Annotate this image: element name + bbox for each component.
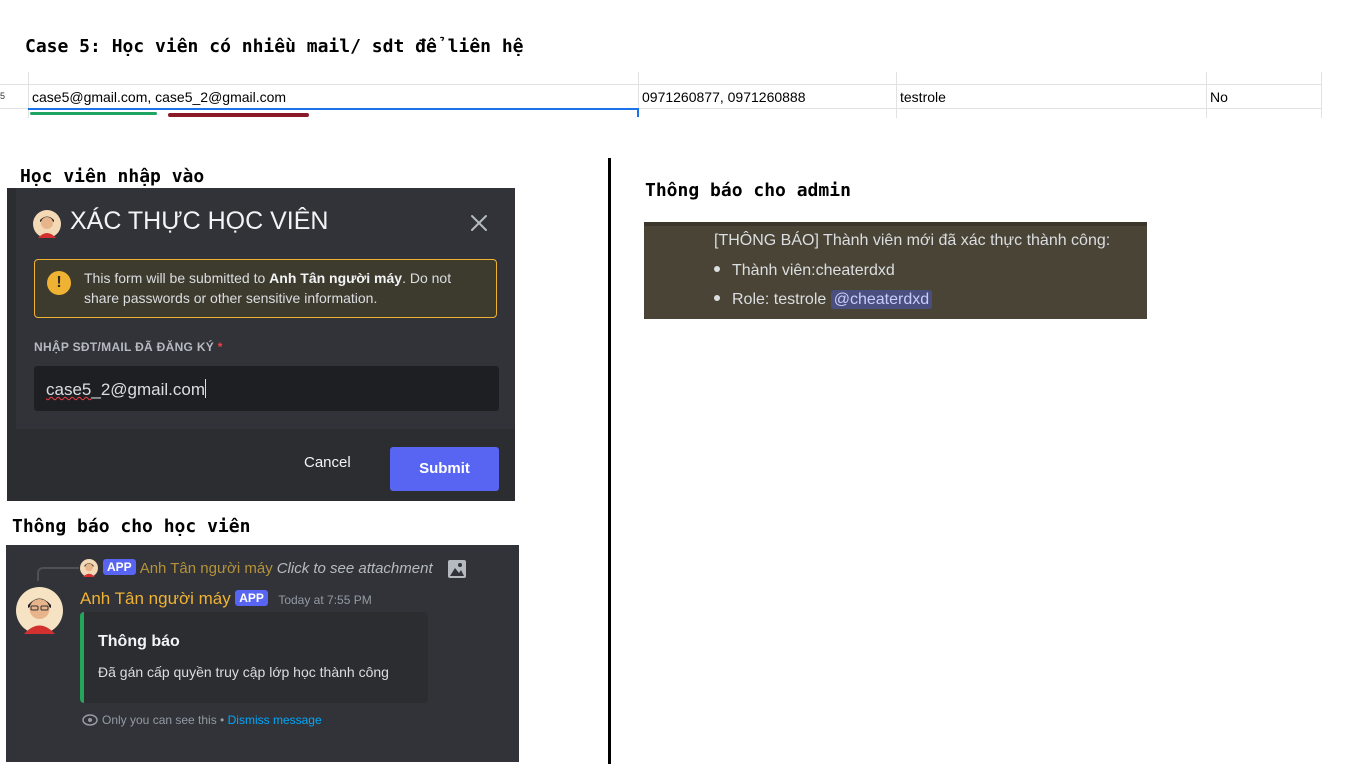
student-input-label: Học viên nhập vào: [20, 166, 205, 187]
field-label: NHẬP SĐT/MAIL ĐÃ ĐĂNG KÝ *: [34, 340, 223, 354]
eye-icon: [82, 714, 98, 726]
notice-embed: Thông báo Đã gán cấp quyền truy cập lớp …: [80, 612, 428, 703]
reply-header[interactable]: APP Anh Tân người máy Click to see attachm…: [103, 559, 433, 577]
reply-connector: [37, 567, 79, 581]
verify-modal: XÁC THỰC HỌC VIÊN ! This form will be su…: [16, 188, 515, 501]
dismiss-message-link[interactable]: Dismiss message: [228, 713, 322, 727]
cancel-button[interactable]: Cancel: [304, 454, 351, 471]
case-title: Case 5: Học viên có nhiều mail/ sdt để l…: [25, 36, 524, 57]
author-name[interactable]: Anh Tân người máy: [80, 589, 231, 608]
contact-input[interactable]: case5_2@gmail.com: [34, 366, 499, 411]
author-avatar[interactable]: [16, 587, 63, 634]
warning-text: This form will be submitted to Anh Tân n…: [84, 270, 452, 306]
admin-heading: [THÔNG BÁO] Thành viên mới đã xác thực t…: [714, 232, 1111, 249]
vertical-divider: [608, 158, 611, 764]
message-header: Anh Tân người máy APP Today at 7:55 PM: [80, 589, 372, 609]
email-cell[interactable]: case5@gmail.com, case5_2@gmail.com: [32, 89, 286, 105]
role-cell[interactable]: testrole: [900, 89, 946, 105]
ephemeral-note: Only you can see this • Dismiss message: [82, 713, 322, 727]
required-marker: *: [217, 340, 223, 354]
app-tag: APP: [103, 559, 136, 575]
email-underline-red: [168, 113, 309, 117]
row-number: 5: [0, 91, 6, 101]
modal-backdrop: XÁC THỰC HỌC VIÊN ! This form will be su…: [7, 188, 515, 501]
user-mention[interactable]: @cheaterdxd: [830, 290, 933, 309]
modal-title: XÁC THỰC HỌC VIÊN: [70, 207, 329, 235]
phone-cell[interactable]: 0971260877, 0971260888: [642, 89, 806, 105]
embed-description: Đã gán cấp quyền truy cập lớp học thành …: [98, 664, 389, 680]
message-timestamp: Today at 7:55 PM: [278, 593, 372, 607]
email-underline-green: [30, 112, 157, 115]
app-tag: APP: [235, 590, 268, 606]
student-message-panel: APP Anh Tân người máy Click to see attachm…: [6, 545, 519, 762]
warning-notice: ! This form will be submitted to Anh Tân…: [34, 259, 497, 318]
selection-border: [28, 108, 638, 110]
reply-hint[interactable]: Click to see attachment: [277, 560, 433, 577]
selection-border-edge: [637, 108, 639, 117]
reply-author[interactable]: Anh Tân người máy: [140, 560, 273, 577]
reply-avatar: [80, 559, 98, 577]
admin-role-item: Role: testrole @cheaterdxd: [714, 290, 933, 309]
admin-member-item: Thành viên:cheaterdxd: [714, 262, 895, 280]
image-icon[interactable]: [447, 559, 467, 579]
warning-icon: !: [47, 271, 71, 295]
admin-notice-label: Thông báo cho admin: [645, 180, 851, 201]
embed-title: Thông báo: [98, 633, 180, 650]
submit-button[interactable]: Submit: [390, 447, 499, 491]
close-icon[interactable]: [468, 212, 490, 234]
warning-bot-name: Anh Tân người máy: [269, 270, 403, 286]
flag-cell[interactable]: No: [1210, 89, 1228, 105]
student-notice-label: Thông báo cho học viên: [12, 516, 251, 537]
admin-panel-topbar: [644, 222, 1147, 226]
spreadsheet-row: 5 case5@gmail.com, case5_2@gmail.com 097…: [0, 62, 1345, 120]
contact-input-value[interactable]: case5_2@gmail.com: [46, 379, 207, 400]
bot-avatar: [33, 210, 61, 238]
admin-message-panel: [THÔNG BÁO] Thành viên mới đã xác thực t…: [644, 222, 1147, 319]
